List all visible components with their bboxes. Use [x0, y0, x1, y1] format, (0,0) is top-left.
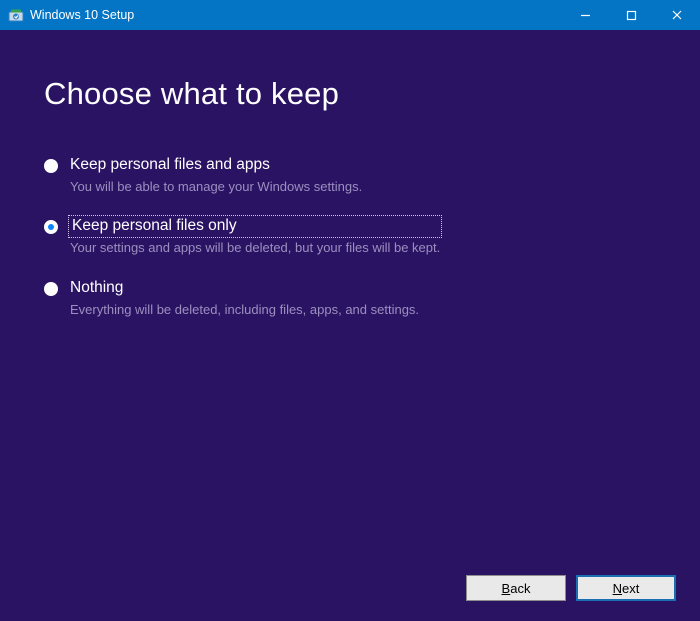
option-nothing[interactable]: Nothing Everything will be deleted, incl… [44, 279, 656, 318]
footer-buttons: Back Next [466, 575, 676, 601]
titlebar[interactable]: Windows 10 Setup [0, 0, 700, 30]
option-description: You will be able to manage your Windows … [70, 179, 362, 196]
page-heading: Choose what to keep [44, 76, 656, 112]
setup-window: Windows 10 Setup Choose what to keep Kee… [0, 0, 700, 621]
back-button[interactable]: Back [466, 575, 566, 601]
app-icon [8, 7, 24, 23]
option-description: Everything will be deleted, including fi… [70, 302, 419, 319]
option-label: Keep personal files and apps [70, 156, 362, 175]
option-keep-files-and-apps[interactable]: Keep personal files and apps You will be… [44, 156, 656, 195]
maximize-button[interactable] [608, 0, 654, 30]
option-label: Nothing [70, 279, 419, 298]
window-title: Windows 10 Setup [30, 8, 134, 22]
client-area: Choose what to keep Keep personal files … [0, 30, 700, 621]
radio-icon [44, 220, 58, 234]
radio-icon [44, 159, 58, 173]
options-group: Keep personal files and apps You will be… [44, 156, 656, 318]
option-description: Your settings and apps will be deleted, … [70, 240, 440, 257]
radio-icon [44, 282, 58, 296]
option-keep-files-only[interactable]: Keep personal files only Your settings a… [44, 217, 656, 256]
option-label: Keep personal files only [70, 217, 440, 236]
next-button[interactable]: Next [576, 575, 676, 601]
minimize-button[interactable] [562, 0, 608, 30]
close-button[interactable] [654, 0, 700, 30]
